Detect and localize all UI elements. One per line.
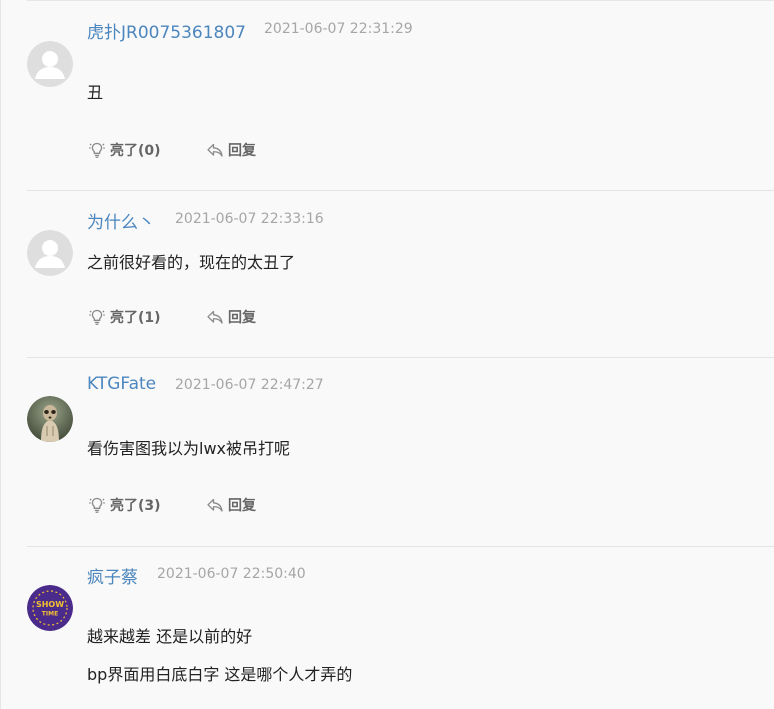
comment-timestamp: 2021-06-07 22:31:29 <box>264 21 413 37</box>
comment-text: 之前很好看的，现在的太丑了 <box>87 253 296 272</box>
username-link[interactable]: 虎扑JR0075361807 <box>87 18 246 43</box>
like-button[interactable]: 亮了(0) <box>87 139 161 161</box>
like-button[interactable]: 亮了(3) <box>87 494 161 516</box>
user-avatar[interactable]: SHOW TIME <box>27 585 73 631</box>
like-count-label: 亮了(0) <box>110 143 161 159</box>
reply-button[interactable]: 回复 <box>205 494 256 516</box>
like-count-label: 亮了(3) <box>110 498 161 514</box>
comment-text: 越来越差 还是以前的好 <box>87 627 253 646</box>
comment-item: 虎扑JR0075361807 2021-06-07 22:31:29 丑 亮了(… <box>0 0 774 190</box>
reply-label: 回复 <box>228 143 256 159</box>
comment-text: 丑 <box>87 83 104 102</box>
reply-button[interactable]: 回复 <box>205 306 256 328</box>
user-avatar[interactable] <box>27 396 73 442</box>
svg-text:SHOW: SHOW <box>36 600 64 609</box>
show-time-badge-avatar: SHOW TIME <box>27 585 73 631</box>
svg-text:TIME: TIME <box>42 611 58 618</box>
reply-label: 回复 <box>228 498 256 514</box>
comment-timestamp: 2021-06-07 22:47:27 <box>175 377 324 393</box>
reply-arrow-icon <box>205 495 225 515</box>
lightbulb-icon <box>87 307 107 327</box>
default-user-avatar-icon <box>27 230 73 276</box>
meerkat-photo-avatar <box>27 396 73 442</box>
comment-timestamp: 2021-06-07 22:50:40 <box>157 566 306 582</box>
user-avatar[interactable] <box>27 41 73 87</box>
user-avatar[interactable] <box>27 230 73 276</box>
username-link[interactable]: 疯子蔡 <box>87 563 138 588</box>
lightbulb-icon <box>87 140 107 160</box>
reply-arrow-icon <box>205 307 225 327</box>
reply-button[interactable]: 回复 <box>205 139 256 161</box>
like-button[interactable]: 亮了(1) <box>87 306 161 328</box>
comment-item: SHOW TIME 疯子蔡 2021-06-07 22:50:40 越来越差 还… <box>0 547 774 709</box>
comment-item: KTGFate 2021-06-07 22:47:27 看伤害图我以为lwx被吊… <box>0 358 774 546</box>
reply-label: 回复 <box>228 310 256 326</box>
lightbulb-icon <box>87 495 107 515</box>
comment-timestamp: 2021-06-07 22:33:16 <box>175 211 324 227</box>
comment-text: 看伤害图我以为lwx被吊打呢 <box>87 439 291 458</box>
comment-item: 为什么丶 2021-06-07 22:33:16 之前很好看的，现在的太丑了 亮… <box>0 191 774 357</box>
username-link[interactable]: KTGFate <box>87 374 156 394</box>
default-user-avatar-icon <box>27 41 73 87</box>
like-count-label: 亮了(1) <box>110 310 161 326</box>
comment-text: bp界面用白底白字 这是哪个人才弄的 <box>87 665 353 684</box>
reply-arrow-icon <box>205 140 225 160</box>
username-link[interactable]: 为什么丶 <box>87 208 155 233</box>
